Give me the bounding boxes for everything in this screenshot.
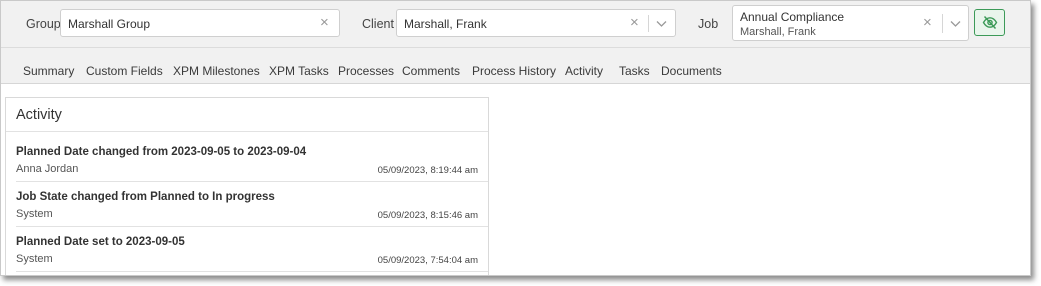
tab-comments[interactable]: Comments — [402, 64, 460, 78]
activity-entry-user: Anna Jordan — [16, 163, 79, 175]
activity-entry: Job State changed from Planned to In pro… — [16, 191, 484, 235]
activity-divider — [16, 226, 488, 227]
activity-entry: Planned Date set to 2023-09-05 System 05… — [16, 236, 484, 275]
job-label: Job — [698, 17, 719, 31]
filter-bar: Group Marshall Group × Client Marshall, … — [1, 1, 1030, 47]
tab-xpm-milestones[interactable]: XPM Milestones — [173, 64, 260, 78]
activity-divider — [16, 181, 488, 182]
activity-divider — [16, 271, 488, 272]
activity-panel-title: Activity — [16, 107, 62, 123]
tab-activity[interactable]: Activity — [565, 64, 603, 78]
job-chevron-down-icon[interactable] — [950, 20, 961, 28]
tab-documents[interactable]: Documents — [661, 64, 722, 78]
group-clear-icon[interactable]: × — [320, 15, 329, 30]
visibility-toggle-button[interactable] — [974, 9, 1005, 36]
activity-entry-text: Planned Date changed from 2023-09-05 to … — [16, 146, 307, 158]
activity-entry-user: System — [16, 208, 53, 220]
job-value: Annual Compliance — [740, 10, 845, 24]
group-label: Group — [26, 17, 61, 31]
client-value: Marshall, Frank — [404, 17, 487, 31]
job-client-value: Marshall, Frank — [740, 26, 816, 38]
activity-panel-header: Activity — [6, 98, 488, 132]
app-frame: Group Marshall Group × Client Marshall, … — [0, 0, 1031, 276]
tab-xpm-tasks[interactable]: XPM Tasks — [269, 64, 329, 78]
activity-panel: Activity Planned Date changed from 2023-… — [5, 97, 489, 275]
group-value: Marshall Group — [68, 17, 151, 31]
client-clear-icon[interactable]: × — [630, 15, 639, 30]
client-label: Client — [362, 17, 394, 31]
client-chevron-down-icon[interactable] — [656, 20, 667, 28]
job-select[interactable]: Annual Compliance Marshall, Frank × — [732, 5, 969, 41]
tab-process-history[interactable]: Process History — [472, 64, 556, 78]
eye-slash-icon — [982, 15, 998, 30]
job-clear-icon[interactable]: × — [923, 15, 932, 30]
group-select[interactable]: Marshall Group × — [60, 9, 340, 37]
activity-entry-text: Job State changed from Planned to In pro… — [16, 191, 275, 203]
activity-entry-datetime: 05/09/2023, 8:15:46 am — [377, 210, 478, 221]
activity-entry-datetime: 05/09/2023, 8:19:44 am — [377, 165, 478, 176]
activity-entry-text: Planned Date set to 2023-09-05 — [16, 236, 185, 248]
tab-tasks[interactable]: Tasks — [619, 64, 650, 78]
job-divider — [942, 14, 943, 33]
tab-custom-fields[interactable]: Custom Fields — [86, 64, 163, 78]
activity-entry-user: System — [16, 253, 53, 265]
client-divider — [648, 15, 649, 32]
tab-summary[interactable]: Summary — [23, 64, 74, 78]
client-select[interactable]: Marshall, Frank × — [396, 9, 676, 37]
tab-bar: Summary Custom Fields XPM Milestones XPM… — [1, 47, 1030, 84]
activity-entry-datetime: 05/09/2023, 7:54:04 am — [377, 255, 478, 266]
activity-entry: Planned Date changed from 2023-09-05 to … — [16, 146, 484, 190]
tab-processes[interactable]: Processes — [338, 64, 394, 78]
